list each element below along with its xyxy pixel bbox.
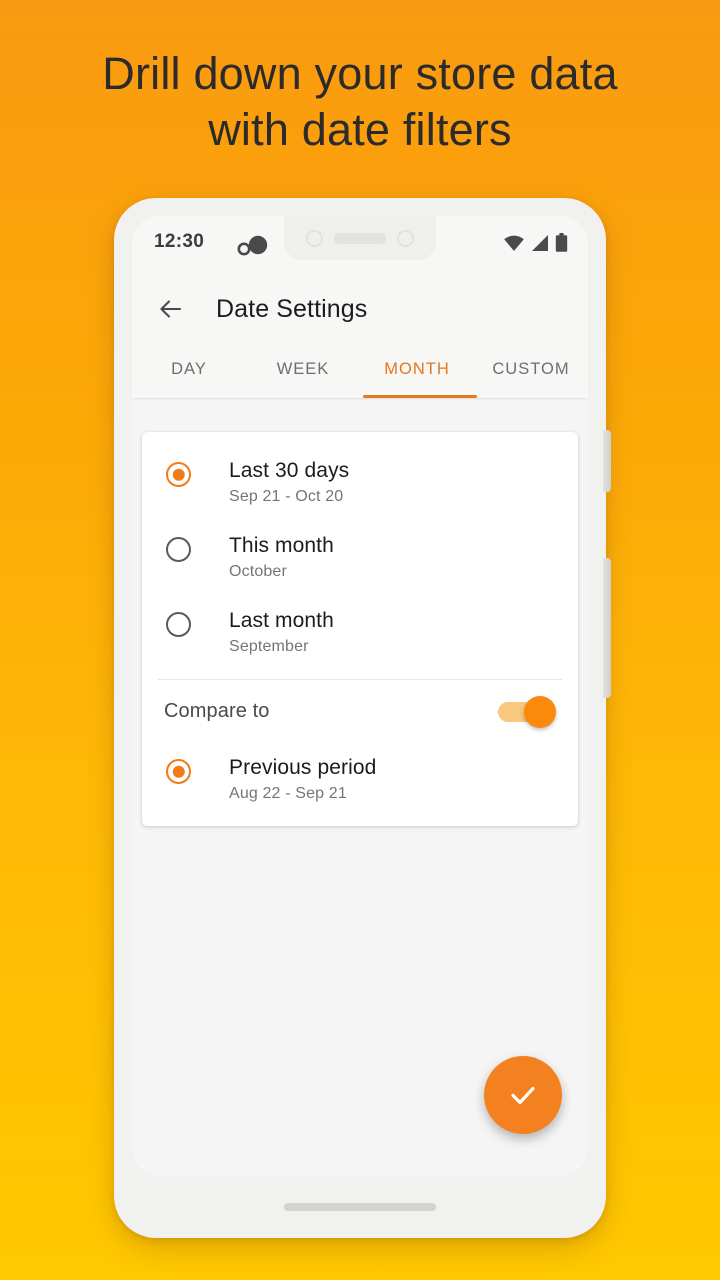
option-subtitle: September	[229, 638, 309, 655]
radio-this-month[interactable]	[166, 537, 191, 562]
wifi-icon	[504, 235, 524, 251]
battery-full-icon	[555, 233, 568, 252]
back-arrow-icon[interactable]	[158, 296, 184, 322]
tab-bar: DAY WEEK MONTH CUSTOM	[132, 340, 588, 398]
power-button[interactable]	[603, 430, 611, 492]
check-icon	[511, 1086, 535, 1105]
page-title: Drill down your store data with date fil…	[102, 48, 618, 155]
option-this-month[interactable]: This month October	[142, 519, 578, 594]
date-options-card: Last 30 days Sep 21 - Oct 20 This month …	[142, 432, 578, 826]
radio-previous-period[interactable]	[166, 759, 191, 784]
notch	[284, 216, 436, 260]
option-subtitle: Sep 21 - Oct 20	[229, 488, 344, 505]
phone-chin	[114, 1176, 606, 1238]
phone-screen: 12:30 Date Settings DAY WEEK MONTH CUSTO…	[132, 216, 588, 1176]
compare-to-toggle[interactable]	[498, 695, 556, 728]
option-title: Previous period	[229, 756, 377, 779]
compare-to-row[interactable]: Compare to	[142, 680, 578, 741]
phone-mockup: 12:30 Date Settings DAY WEEK MONTH CUSTO…	[114, 198, 611, 1238]
app-bar: Date Settings	[132, 278, 588, 340]
radio-last-30-days[interactable]	[166, 462, 191, 487]
option-title: Last month	[229, 609, 334, 632]
tab-day[interactable]: DAY	[132, 360, 246, 379]
radio-last-month[interactable]	[166, 612, 191, 637]
status-bar-clock: 12:30	[154, 231, 205, 252]
compare-to-label: Compare to	[164, 700, 270, 722]
cellular-signal-icon	[532, 235, 548, 251]
tab-custom[interactable]: CUSTOM	[474, 360, 588, 379]
tab-active-indicator	[363, 395, 477, 398]
app-bar-title: Date Settings	[216, 294, 368, 323]
front-camera-icon	[306, 229, 323, 247]
status-bar: 12:30	[132, 216, 588, 278]
confirm-fab-button[interactable]	[484, 1056, 562, 1134]
tab-week[interactable]: WEEK	[246, 360, 360, 379]
earpiece-speaker	[334, 232, 386, 244]
option-title: This month	[229, 534, 334, 557]
notification-dots-icon	[237, 235, 268, 256]
toggle-thumb	[524, 695, 556, 728]
front-camera-secondary-icon	[397, 229, 414, 247]
home-indicator-bar[interactable]	[284, 1203, 436, 1211]
option-last-month[interactable]: Last month September	[142, 594, 578, 669]
option-last-30-days[interactable]: Last 30 days Sep 21 - Oct 20	[142, 444, 578, 519]
tab-month[interactable]: MONTH	[360, 360, 474, 379]
option-subtitle: October	[229, 563, 287, 580]
option-previous-period[interactable]: Previous period Aug 22 - Sep 21	[142, 741, 578, 816]
option-subtitle: Aug 22 - Sep 21	[229, 785, 347, 802]
option-title: Last 30 days	[229, 459, 350, 482]
volume-button[interactable]	[603, 558, 611, 698]
status-bar-icons	[503, 233, 568, 253]
